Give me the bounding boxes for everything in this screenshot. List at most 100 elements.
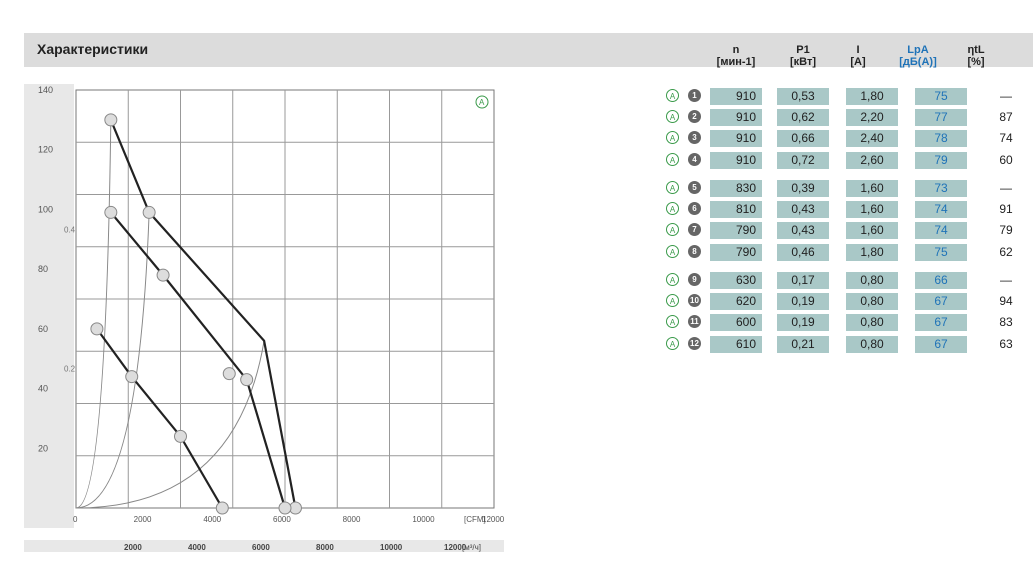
row-number-badge: 9 [688,273,701,286]
row-number-badge: 3 [688,131,701,144]
row-number-badge: 11 [688,315,701,328]
x-tick-label-secondary: 2000 [124,543,142,552]
cell-n: 910 [710,88,762,105]
operating-point-marker [90,322,104,336]
cell-p1: 0,21 [777,336,829,353]
letter-marker: A [666,181,679,194]
x-tick-label: 0 [73,515,78,524]
x-tick-label: 8000 [343,515,361,524]
cell-p1: 0,43 [777,222,829,239]
row-number-badge: 8 [688,245,701,258]
cell-n: 630 [710,272,762,289]
operating-point-marker [156,268,170,282]
cell-p1: 0,53 [777,88,829,105]
cell-eta: 79 [999,223,1013,237]
letter-marker: A [666,294,679,307]
table-row: A 4 910 0,72 2,60 79 60 [666,152,1013,169]
operating-point-marker [222,367,236,381]
operating-point-marker [278,501,292,515]
row-number-badge: 7 [688,223,701,236]
cell-lpa: 67 [915,336,967,353]
cell-n: 910 [710,109,762,126]
col-head-lp: LpA [дБ(A)] [899,44,937,68]
cell-lpa: 66 [915,272,967,289]
operating-point-marker [174,429,187,443]
cell-eta: — [1000,89,1012,103]
cell-n: 910 [710,130,762,147]
table-row: A 6 810 0,43 1,60 74 91 [666,201,1013,218]
cell-i: 0,80 [846,314,898,331]
letter-marker: A [666,153,679,166]
cell-p1: 0,46 [777,244,829,261]
cell-i: 1,60 [846,180,898,197]
table-row: A 11 600 0,19 0,80 67 83 [666,314,1013,331]
letter-marker: A [666,337,679,350]
cell-i: 2,60 [846,152,898,169]
y-tick-label: 120 [38,145,53,155]
cell-p1: 0,62 [777,109,829,126]
cell-i: 1,80 [846,88,898,105]
cell-n: 610 [710,336,762,353]
x-tick-label: 10000 [412,515,435,524]
table-row: A 9 630 0,17 0,80 66 — [666,272,1012,289]
operating-point-marker [104,113,118,127]
cell-p1: 0,19 [777,293,829,310]
cell-p1: 0,19 [777,314,829,331]
header-bar: Характеристики [24,33,1033,67]
table-row: A 3 910 0,66 2,40 78 74 [666,130,1013,147]
col-head-i: I [A] [850,44,866,68]
x-tick-label: 2000 [134,515,152,524]
y-tick-label: 100 [38,204,53,214]
chart-svg: 20 40 60 80 100 120 140 0.2 0.4 0 2000 4000 6000 8000… [24,84,505,556]
table-row: A 8 790 0,46 1,80 75 62 [666,244,1013,261]
letter-marker: A [666,245,679,258]
y-tick-label-secondary: 0.4 [64,225,76,234]
letter-marker: A [666,89,679,102]
x-tick-label: 4000 [203,515,221,524]
cell-n: 910 [710,152,762,169]
y-tick-label: 60 [38,324,48,334]
cell-eta: 91 [999,202,1013,216]
col-head-p: P1 [кВт] [789,44,817,68]
operating-point-marker [240,373,254,387]
cell-lpa: 78 [915,130,967,147]
cell-lpa: 79 [915,152,967,169]
cell-eta: 87 [999,110,1013,124]
operating-point-marker [142,205,156,219]
cell-lpa: 74 [915,201,967,218]
cell-eta: — [1000,181,1012,195]
row-number-badge: 5 [688,181,701,194]
y-tick-label-secondary: 0.2 [64,365,76,374]
cell-eta: 60 [999,153,1013,167]
col-head-n: n [мин-1] [716,44,756,68]
cell-n: 600 [710,314,762,331]
cell-eta: — [1000,273,1012,287]
letter-marker: A [666,202,679,215]
cell-lpa: 77 [915,109,967,126]
cell-p1: 0,43 [777,201,829,218]
row-number-badge: 2 [688,110,701,123]
x-tick-label-secondary: 10000 [380,543,403,552]
x-tick-label-secondary: 4000 [188,543,206,552]
letter-marker: A [666,223,679,236]
cell-n: 810 [710,201,762,218]
cell-lpa: 75 [915,88,967,105]
x-axis-label: [CFM] [464,515,486,524]
cell-i: 1,60 [846,222,898,239]
x-tick-label-secondary: 6000 [252,543,270,552]
letter-marker: A [666,273,679,286]
letter-marker: A [666,315,679,328]
table-row: A 10 620 0,19 0,80 67 94 [666,293,1013,310]
cell-i: 1,60 [846,201,898,218]
cell-lpa: 74 [915,222,967,239]
row-number-badge: 12 [688,337,701,350]
cell-n: 620 [710,293,762,310]
cell-p1: 0,66 [777,130,829,147]
table-row: A 2 910 0,62 2,20 77 87 [666,109,1013,126]
x-axis-label-secondary: [м³/ч] [462,543,481,552]
cell-i: 2,40 [846,130,898,147]
cell-eta: 74 [999,131,1013,145]
cell-lpa: 67 [915,293,967,310]
table-row: A 5 830 0,39 1,60 73 — [666,180,1012,197]
cell-p1: 0,17 [777,272,829,289]
